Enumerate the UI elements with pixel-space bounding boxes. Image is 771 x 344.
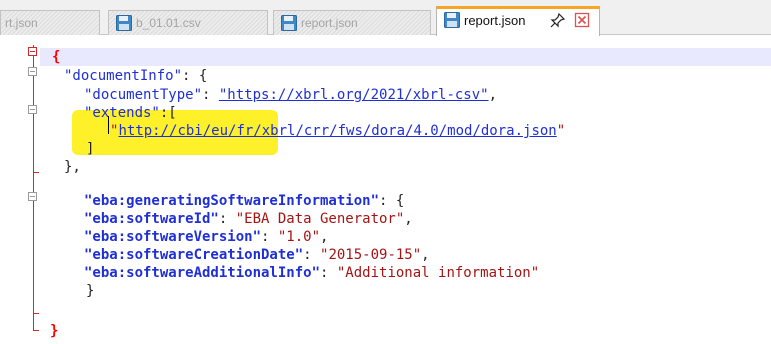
brace: } [86, 283, 95, 299]
fold-toggle-extends[interactable] [28, 105, 37, 114]
tab-report-json-active[interactable]: report.json [436, 6, 600, 36]
fold-end-marker [33, 172, 39, 173]
json-key: "documentType" [84, 87, 203, 103]
punctuation: : [303, 247, 321, 263]
fold-end-marker [33, 330, 39, 331]
pin-icon[interactable] [550, 12, 566, 28]
code-line-13: } [86, 282, 94, 300]
json-string: "EBA Data Generator" [235, 211, 405, 227]
fold-toggle-documentinfo[interactable] [28, 67, 37, 76]
tab-label: rt.json [5, 16, 38, 30]
json-key: "extends" [84, 105, 160, 121]
code-line-7: }, [64, 158, 81, 176]
brace: { [52, 49, 61, 65]
tab-bar: rt.json b_01.01.csv report.json report.j… [0, 0, 771, 36]
code-line-2: "documentInfo": { [64, 67, 207, 85]
fold-margin [22, 36, 46, 336]
code-line-3: "documentType": "https://xbrl.org/2021/x… [84, 86, 497, 104]
code-line-14: } [50, 322, 58, 340]
punctuation: : [202, 87, 219, 103]
bracket: ] [86, 141, 95, 157]
punctuation: , [404, 211, 413, 227]
floppy-disk-icon [444, 12, 460, 28]
punctuation: :[ [159, 105, 177, 121]
code-line-1: { [52, 48, 60, 66]
url-link[interactable]: http://cbi/eu/fr/xbrl/crr/fws/dora/4.0/m… [118, 123, 556, 139]
floppy-disk-icon [116, 15, 132, 31]
json-key: "eba:softwareId" [84, 211, 219, 227]
quote: " [556, 123, 566, 139]
json-key: "eba:softwareAdditionalInfo" [84, 265, 321, 281]
code-line-12: "eba:softwareAdditionalInfo": "Additiona… [84, 264, 539, 282]
punctuation: : { [379, 193, 405, 209]
close-icon[interactable] [574, 12, 590, 28]
code-editor[interactable]: { "documentInfo": { "documentType": "htt… [0, 36, 771, 344]
json-key: "eba:softwareCreationDate" [84, 247, 304, 263]
json-key: "eba:softwareVersion" [84, 229, 262, 245]
code-line-9: "eba:softwareId": "EBA Data Generator", [84, 210, 413, 228]
tab-report-json-partial[interactable]: rt.json [0, 10, 100, 35]
floppy-disk-icon [281, 15, 297, 31]
code-line-11: "eba:softwareCreationDate": "2015-09-15"… [84, 246, 430, 264]
code-line-6: ] [86, 140, 94, 158]
json-key: "eba:generatingSoftwareInformation" [84, 193, 380, 209]
current-line-highlight [40, 48, 771, 66]
punctuation: : { [182, 68, 208, 84]
fold-toggle-softwareinfo[interactable] [28, 192, 37, 201]
code-line-5: "http://cbi/eu/fr/xbrl/crr/fws/dora/4.0/… [110, 122, 565, 140]
json-key: "documentInfo" [64, 68, 183, 84]
json-string: "1.0" [277, 229, 321, 245]
code-line-8: "eba:generatingSoftwareInformation": { [84, 192, 404, 210]
punctuation: : [218, 211, 236, 227]
url-link[interactable]: "https://xbrl.org/2021/xbrl-csv" [219, 87, 489, 103]
punctuation: , [421, 247, 430, 263]
brace: } [50, 323, 59, 339]
tab-label: report.json [301, 16, 358, 30]
brace: }, [64, 159, 81, 175]
json-string: "Additional information" [336, 265, 540, 281]
fold-end-marker [33, 313, 39, 314]
code-line-4: "extends":[ [84, 104, 177, 122]
punctuation: : [261, 229, 278, 245]
tab-label: report.json [464, 13, 526, 28]
tab-label: b_01.01.csv [136, 16, 201, 30]
fold-guide-line [33, 45, 34, 330]
punctuation: , [320, 229, 329, 245]
tab-report-json[interactable]: report.json [273, 10, 431, 35]
punctuation: , [488, 87, 498, 103]
code-line-10: "eba:softwareVersion": "1.0", [84, 228, 328, 246]
punctuation: : [320, 265, 337, 281]
json-string: "2015-09-15" [320, 247, 422, 263]
fold-toggle-root[interactable] [28, 47, 37, 56]
text-cursor [108, 116, 109, 134]
tab-b-01-01-csv[interactable]: b_01.01.csv [108, 10, 268, 35]
